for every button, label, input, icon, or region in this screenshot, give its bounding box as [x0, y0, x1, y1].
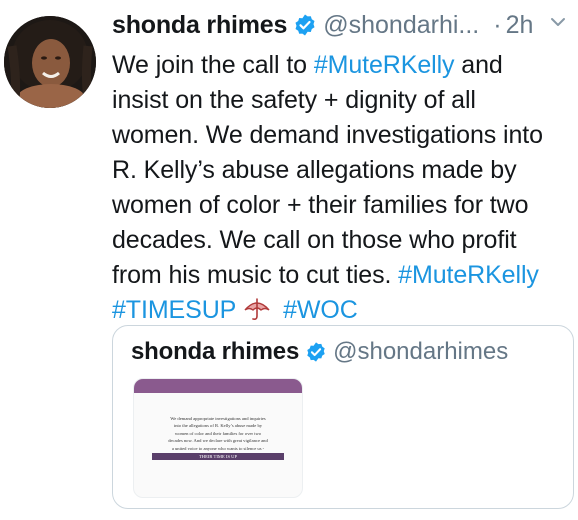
image-statement-text: We demand appropriate investigations and…: [152, 415, 284, 461]
verified-badge-icon: [305, 341, 327, 363]
tweet-text-line: R. Kelly’s abuse allegations made by: [112, 153, 574, 188]
chevron-down-icon[interactable]: [548, 12, 568, 32]
quoted-tweet-card[interactable]: shonda rhimes @shondarhimes We demand ap…: [112, 325, 574, 509]
author-avatar[interactable]: [4, 16, 96, 108]
tweet-text: We join the call to #MuteRKelly and insis…: [112, 48, 574, 328]
author-handle[interactable]: @shondarhi...: [323, 11, 479, 40]
image-stamp: THEIR TIME IS UP: [152, 453, 284, 461]
tweet-header: shonda rhimes @shondarhi... · 2h: [112, 4, 572, 46]
tweet-text-line: We join the call to #MuteRKelly and: [112, 48, 574, 83]
image-text-line: women of color and their families for ov…: [174, 430, 262, 436]
separator-dot: ·: [493, 10, 502, 39]
tweet-text-segment: decades. We call on those who profit: [112, 226, 517, 254]
tweet-text-segment: and: [454, 51, 503, 79]
tweet-text-segment: women. We demand investigations into: [112, 121, 543, 149]
image-text-line: decades now. And we declare with great v…: [168, 438, 268, 444]
tweet-text-line: decades. We call on those who profit: [112, 223, 574, 258]
tweet-text-segment: We join the call to: [112, 51, 314, 79]
image-color-bar: [134, 379, 302, 393]
verified-badge-icon: [293, 13, 317, 37]
tweet-text-segment: women of color + their families for two: [112, 191, 529, 219]
tweet-text-segment: insist on the safety + dignity of all: [112, 86, 476, 114]
tweet-timestamp[interactable]: 2h: [506, 11, 534, 40]
quoted-tweet-header: shonda rhimes @shondarhimes: [131, 338, 508, 366]
image-text-line: a united voice to anyone who wants to si…: [171, 445, 265, 451]
quoted-author-name[interactable]: shonda rhimes: [131, 338, 299, 366]
quoted-tweet-image[interactable]: We demand appropriate investigations and…: [133, 378, 303, 498]
tweet-text-line: #TIMESUP #WOC: [112, 293, 574, 328]
hashtag-link[interactable]: #MuteRKelly: [398, 261, 539, 289]
tweet-text-segment: R. Kelly’s abuse allegations made by: [112, 156, 517, 184]
tweet-text-segment: from his music to cut ties.: [112, 261, 399, 289]
umbrella-emoji-icon: [242, 294, 272, 324]
image-text-line: into the allegations of R. Kelly’s abuse…: [173, 423, 263, 429]
tweet-text-line: insist on the safety + dignity of all: [112, 83, 574, 118]
quoted-author-handle[interactable]: @shondarhimes: [333, 338, 508, 366]
tweet-text-line: women of color + their families for two: [112, 188, 574, 223]
author-name[interactable]: shonda rhimes: [112, 11, 287, 40]
hashtag-link[interactable]: #TIMESUP: [112, 296, 236, 324]
tweet-text-line: from his music to cut ties. #MuteRKelly: [112, 258, 574, 293]
hashtag-link[interactable]: #MuteRKelly: [314, 51, 455, 79]
tweet-text-line: women. We demand investigations into: [112, 118, 574, 153]
hashtag-link[interactable]: #WOC: [283, 296, 358, 324]
image-text-line: We demand appropriate investigations and…: [170, 416, 266, 421]
